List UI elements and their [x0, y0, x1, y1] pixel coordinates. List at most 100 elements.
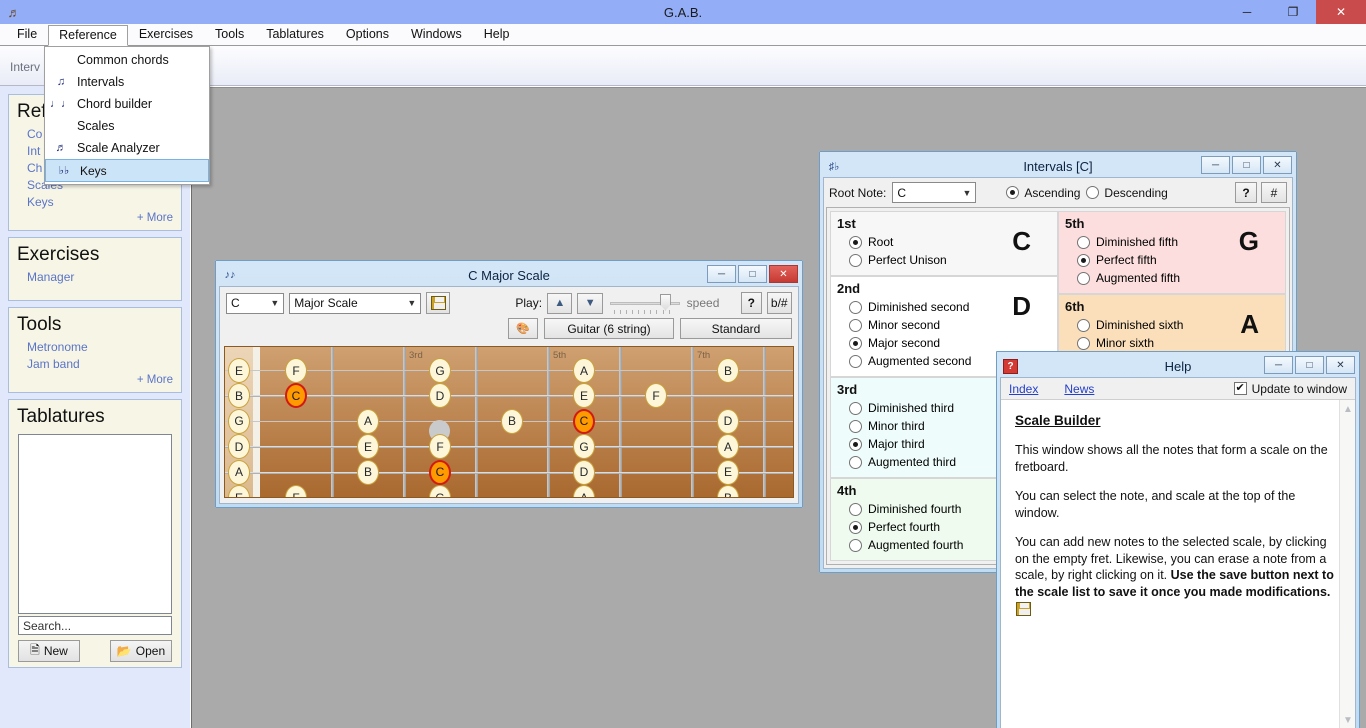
save-scale-button[interactable] — [426, 292, 451, 314]
color-palette-button[interactable]: 🎨 — [508, 318, 538, 339]
update-to-window-checkbox[interactable]: ✔ Update to window — [1233, 382, 1347, 396]
radio-dot — [849, 520, 862, 534]
fretboard-note[interactable]: F — [285, 358, 307, 383]
menu-item-scales[interactable]: Scales — [45, 115, 209, 137]
scale-restore-button[interactable]: □ — [738, 265, 767, 283]
menu-reference[interactable]: Reference — [48, 24, 128, 46]
scale-close-button[interactable]: ✕ — [769, 265, 798, 283]
sidebar-link-manager[interactable]: Manager — [17, 269, 173, 286]
intervals-restore-button[interactable]: □ — [1232, 156, 1261, 174]
accidental-toggle-button[interactable]: b/# — [766, 292, 792, 314]
help-restore-button[interactable]: □ — [1295, 356, 1324, 374]
intervals-close-button[interactable]: ✕ — [1263, 156, 1292, 174]
fretboard-note[interactable]: D — [228, 434, 250, 460]
interval-option-label: Minor third — [868, 419, 925, 433]
intervals-root-note-select[interactable]: C ▼ — [892, 182, 977, 203]
menu-item-chord-builder[interactable]: ♩♩ Chord builder — [45, 93, 209, 115]
tuning-button[interactable]: Standard — [680, 318, 792, 339]
sidebar-link-metronome[interactable]: Metronome — [17, 339, 173, 356]
sidebar-reference-more[interactable]: + More — [17, 211, 173, 224]
chevron-down-icon[interactable]: ▼ — [1340, 713, 1355, 728]
scale-help-button[interactable]: ? — [741, 292, 762, 314]
fretboard-note[interactable]: A — [573, 358, 595, 383]
close-button[interactable]: ✕ — [1316, 0, 1366, 24]
fretboard-note[interactable]: A — [357, 408, 379, 434]
help-index-link[interactable]: Index — [1009, 382, 1038, 396]
fretboard-note[interactable]: B — [357, 459, 379, 485]
maximize-button[interactable]: ❐ — [1270, 0, 1316, 24]
fretboard-note[interactable]: D — [717, 408, 739, 434]
tablatures-list[interactable] — [18, 434, 172, 614]
fretboard-note[interactable]: B — [717, 358, 739, 383]
interval-option-augmented-fifth[interactable]: Augmented fifth — [1065, 269, 1279, 287]
fretboard-note[interactable]: E — [228, 358, 250, 383]
fretboard-note[interactable]: G — [429, 485, 451, 497]
fretboard-note[interactable]: A — [573, 485, 595, 497]
fretboard-note[interactable]: E — [357, 434, 379, 460]
help-minimize-button[interactable]: ─ — [1264, 356, 1293, 374]
menu-file[interactable]: File — [6, 24, 48, 45]
sidebar-link-jam-band[interactable]: Jam band — [17, 356, 173, 373]
fretboard-note[interactable]: F — [645, 383, 667, 409]
help-scrollbar[interactable]: ▲ ▼ — [1339, 400, 1355, 728]
menu-item-label: Scale Analyzer — [77, 141, 160, 155]
ascending-radio[interactable]: Ascending — [1006, 186, 1080, 200]
fretboard-note[interactable]: F — [285, 485, 307, 497]
menu-options[interactable]: Options — [335, 24, 400, 45]
fretboard-note[interactable]: G — [228, 408, 250, 434]
fretboard-note[interactable]: G — [573, 434, 595, 460]
help-close-button[interactable]: ✕ — [1326, 356, 1355, 374]
fretboard-note[interactable]: D — [429, 383, 451, 409]
speed-slider-thumb[interactable] — [659, 293, 671, 311]
intervals-window-titlebar[interactable]: ♯♭ Intervals [C] ─ □ ✕ — [823, 155, 1293, 177]
scale-minimize-button[interactable]: ─ — [707, 265, 736, 283]
instrument-button[interactable]: Guitar (6 string) — [544, 318, 674, 339]
radio-dot — [849, 235, 862, 249]
scale-window-titlebar[interactable]: ♪♪ C Major Scale ─ □ ✕ — [219, 264, 799, 286]
help-news-link[interactable]: News — [1064, 382, 1094, 396]
fretboard-note[interactable]: C — [429, 459, 451, 485]
menu-tablatures[interactable]: Tablatures — [255, 24, 335, 45]
sidebar-link-keys[interactable]: Keys — [17, 194, 173, 211]
sidebar-tools-more[interactable]: + More — [17, 373, 173, 386]
interval-option-major-second[interactable]: Major second — [837, 334, 1051, 352]
menu-windows[interactable]: Windows — [400, 24, 473, 45]
play-up-button[interactable]: ▲ — [547, 292, 573, 314]
minimize-button[interactable]: ─ — [1224, 0, 1270, 24]
tab-intervals[interactable]: Interv — [10, 60, 40, 74]
fretboard-note[interactable]: A — [228, 459, 250, 485]
menu-exercises[interactable]: Exercises — [128, 24, 204, 45]
help-window-titlebar[interactable]: ? Help ─ □ ✕ — [1000, 355, 1356, 377]
chevron-up-icon[interactable]: ▲ — [1340, 402, 1355, 418]
menu-help[interactable]: Help — [473, 24, 521, 45]
menu-item-scale-analyzer[interactable]: ♬ Scale Analyzer — [45, 137, 209, 159]
menu-item-common-chords[interactable]: Common chords — [45, 49, 209, 71]
new-tablature-button[interactable]: 🗎 New — [18, 640, 80, 662]
play-down-button[interactable]: ▼ — [577, 292, 603, 314]
fretboard-note[interactable]: E — [717, 459, 739, 485]
intervals-minimize-button[interactable]: ─ — [1201, 156, 1230, 174]
intervals-help-button[interactable]: ? — [1235, 182, 1257, 203]
interval-resulting-note: G — [1238, 226, 1259, 256]
fretboard-note[interactable]: B — [501, 408, 523, 434]
interval-option-label: Diminished fourth — [868, 502, 962, 516]
open-tablature-button[interactable]: 📂 Open — [110, 640, 172, 662]
fretboard-note[interactable]: C — [573, 408, 595, 434]
fretboard[interactable]: 3rd 5th 7th E B G D A E F C F A E B G D F C G B A E C G D A F B D A E B — [224, 346, 794, 498]
menu-item-keys[interactable]: ♭♭ Keys — [45, 159, 209, 182]
menu-item-intervals[interactable]: ♫ Intervals — [45, 71, 209, 93]
tablatures-search-input[interactable]: Search... — [18, 616, 172, 635]
fretboard-note[interactable]: A — [717, 434, 739, 460]
descending-radio[interactable]: Descending — [1086, 186, 1168, 200]
menu-tools[interactable]: Tools — [204, 24, 255, 45]
intervals-sharp-button[interactable]: # — [1261, 182, 1287, 203]
scale-name-select[interactable]: Major Scale ▼ — [289, 292, 422, 314]
fretboard-note[interactable]: C — [285, 383, 307, 409]
fretboard-note[interactable]: B — [717, 485, 739, 497]
fretboard-note[interactable]: E — [573, 383, 595, 409]
fretboard-note[interactable]: F — [429, 434, 451, 460]
root-note-select[interactable]: C ▼ — [226, 292, 285, 314]
speed-slider[interactable] — [608, 293, 682, 314]
fretboard-note[interactable]: G — [429, 358, 451, 383]
fretboard-note[interactable]: D — [573, 459, 595, 485]
